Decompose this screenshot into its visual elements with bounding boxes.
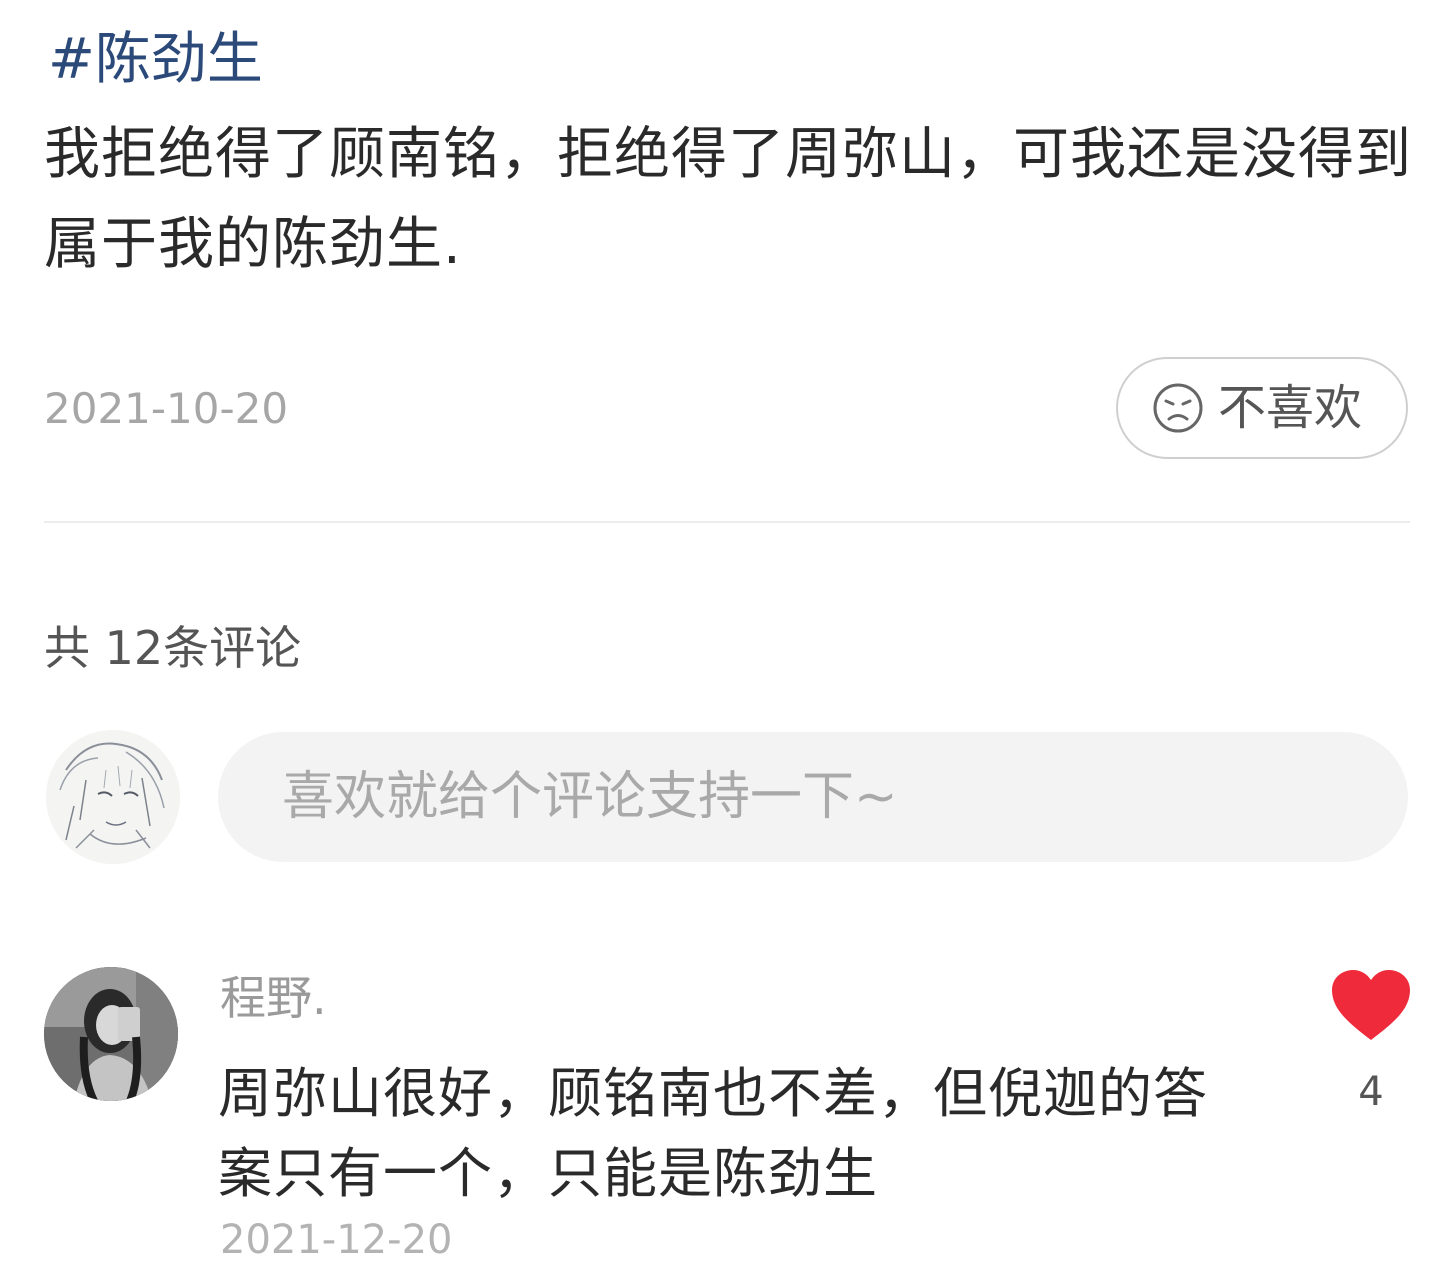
post-body-text: 我拒绝得了顾南铭，拒绝得了周弥山，可我还是没得到属于我的陈劲生. [44, 122, 1412, 277]
comment-text: 周弥山很好，顾铭南也不差，但倪迦的答案只有一个，只能是陈劲生 [218, 1062, 1208, 1205]
dislike-label: 不喜欢 [1218, 380, 1363, 436]
section-divider [44, 521, 1410, 523]
commenter-name[interactable]: 程野. [220, 968, 327, 1028]
comment-count: 共 12条评论 [44, 621, 302, 675]
comment-input[interactable] [218, 732, 1408, 862]
like-count: 4 [1358, 1069, 1384, 1115]
commenter-avatar[interactable] [44, 967, 178, 1101]
topic-tag-link[interactable]: #陈劲生 [48, 22, 263, 98]
comment-date: 2021-12-20 [220, 1217, 453, 1263]
user-avatar[interactable] [46, 730, 180, 864]
heart-icon [1332, 970, 1410, 1040]
like-button[interactable] [1330, 968, 1412, 1044]
commenter-photo [44, 967, 178, 1101]
sketch-avatar-image [46, 730, 180, 864]
dislike-button[interactable]: 不喜欢 [1116, 357, 1408, 459]
post-detail-page: #陈劲生 我拒绝得了顾南铭，拒绝得了周弥山，可我还是没得到属于我的陈劲生. 20… [0, 0, 1454, 1280]
sad-face-icon [1152, 382, 1204, 434]
post-date: 2021-10-20 [44, 384, 289, 433]
